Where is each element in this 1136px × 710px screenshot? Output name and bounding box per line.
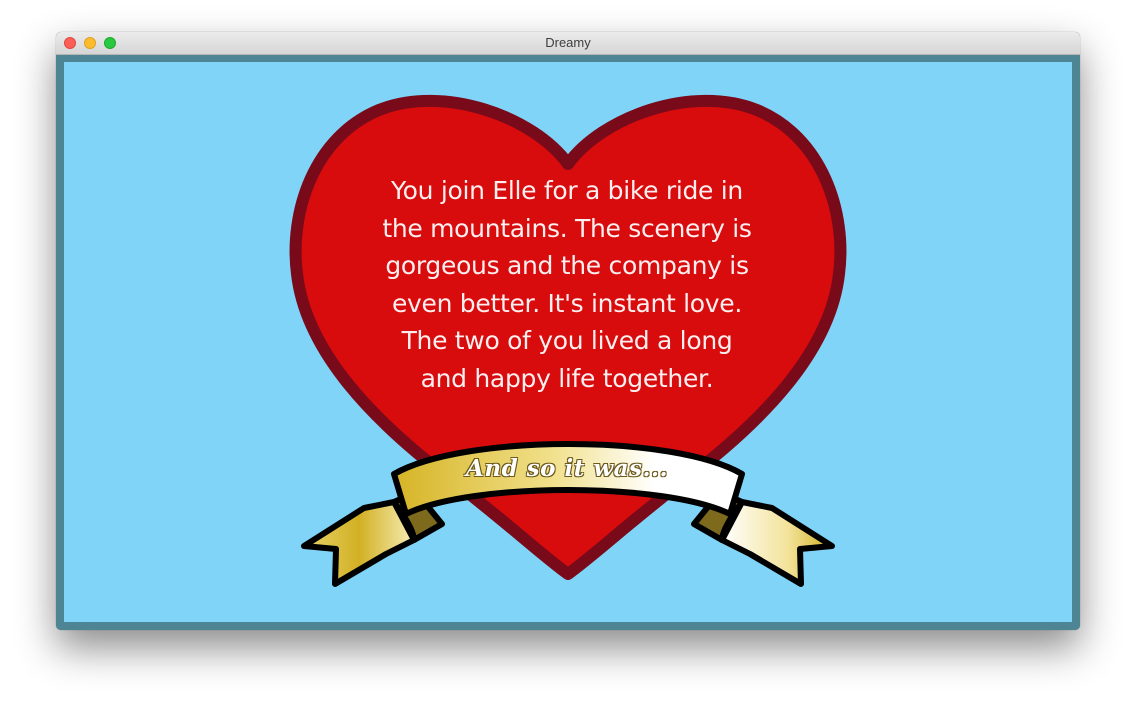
app-window: Dreamy You join Elle for a bike ride in …: [56, 32, 1080, 630]
banner-caption: And so it was...: [466, 455, 668, 482]
game-stage[interactable]: You join Elle for a bike ride in the mou…: [64, 62, 1072, 622]
story-text: You join Elle for a bike ride in the mou…: [382, 176, 752, 393]
ribbon-left-tail: [301, 499, 417, 587]
game-frame: You join Elle for a bike ride in the mou…: [56, 55, 1080, 630]
ribbon-right-tail: [719, 499, 835, 587]
title-bar[interactable]: Dreamy: [56, 32, 1080, 55]
window-title: Dreamy: [545, 35, 591, 50]
